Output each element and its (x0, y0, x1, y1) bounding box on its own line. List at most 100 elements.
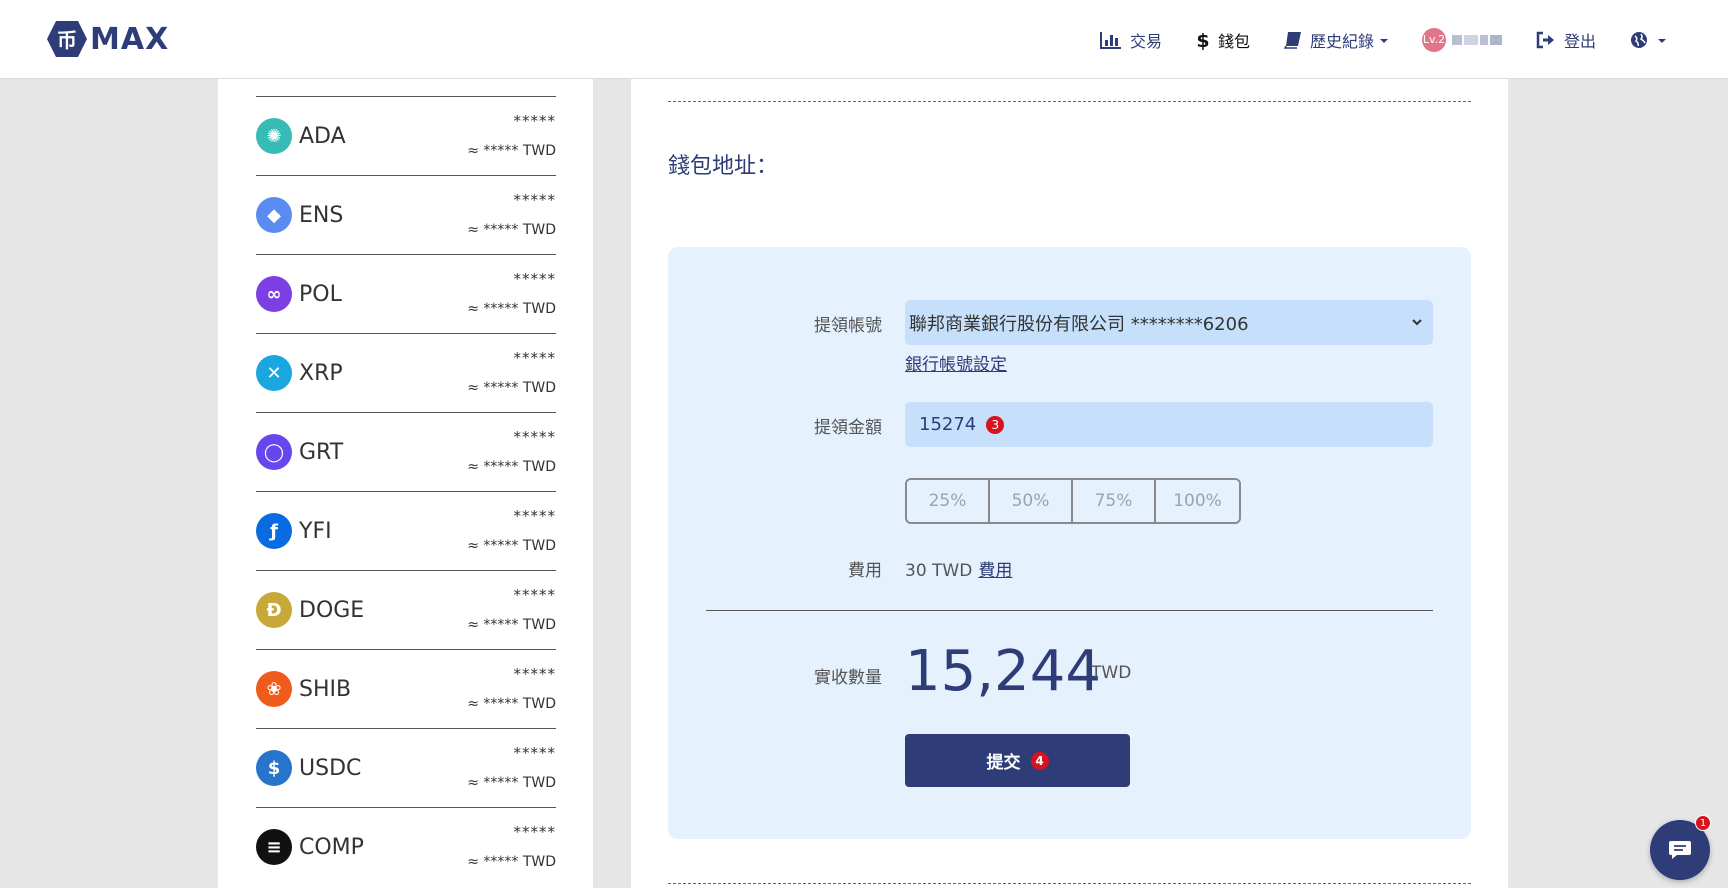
coin-balance: ***** (513, 586, 556, 604)
coin-symbol: USDC (299, 756, 362, 781)
coin-balance: ***** (513, 665, 556, 683)
usdc-icon: $ (256, 750, 292, 786)
coin-twd-value: ≈ ***** TWD (467, 617, 556, 633)
amount-label: 提領金額 (814, 418, 882, 438)
nav-logout-label: 登出 (1563, 31, 1596, 51)
fee-value: 30 TWD (905, 561, 973, 581)
coin-symbol: ENS (299, 203, 344, 228)
receive-unit: TWD (1091, 663, 1132, 683)
coin-list: ✺ ADA ***** ≈ ***** TWD ◆ ENS ***** ≈ ***** TWD… (256, 96, 556, 886)
coin-symbol: POL (299, 282, 342, 307)
amount-value: 15274 (919, 414, 977, 435)
ens-icon: ◆ (256, 197, 292, 233)
wallet-address-label: 錢包地址： (668, 154, 779, 179)
nav-history-dropdown[interactable]: 歷史紀錄 (1283, 28, 1388, 52)
section-divider (668, 101, 1471, 102)
coin-row-ens[interactable]: ◆ ENS ***** ≈ ***** TWD (256, 175, 556, 254)
section-divider (668, 883, 1471, 884)
coin-symbol: YFI (299, 519, 332, 544)
logout-icon (1536, 31, 1554, 48)
coin-symbol: SHIB (299, 677, 352, 702)
bank-account-value: 聯邦商業銀行股份有限公司 ********6206 (909, 313, 1249, 335)
coin-row-ada[interactable]: ✺ ADA ***** ≈ ***** TWD (256, 96, 556, 175)
language-dropdown[interactable] (1630, 31, 1666, 49)
coin-row-pol[interactable]: ∞ POL ***** ≈ ***** TWD (256, 254, 556, 333)
comp-icon: ≡ (256, 829, 292, 865)
nav-trade[interactable]: 交易 (1099, 28, 1162, 52)
bank-account-select[interactable]: 聯邦商業銀行股份有限公司 ********6206 (905, 300, 1433, 345)
coin-symbol: ADA (299, 124, 346, 149)
chevron-down-icon (1379, 38, 1388, 43)
bank-settings-link[interactable]: 銀行帳號設定 (905, 350, 1007, 375)
coin-row-doge[interactable]: Ð DOGE ***** ≈ ***** TWD (256, 570, 556, 649)
coin-symbol: GRT (299, 440, 344, 465)
svg-text:$: $ (1196, 30, 1209, 50)
receive-label: 實收數量 (814, 668, 882, 688)
dollar-icon: $ (1196, 30, 1209, 50)
coin-balance: ***** (513, 270, 556, 288)
withdraw-panel: 錢包地址： 提領帳號 聯邦商業銀行股份有限公司 ********6206 銀行帳… (631, 79, 1508, 888)
nav-history-label: 歷史紀錄 (1309, 31, 1374, 51)
coin-twd-value: ≈ ***** TWD (467, 143, 556, 159)
coin-symbol: DOGE (299, 598, 365, 623)
top-navbar: 币 MAX 交易 $ 錢包 歷史紀錄 Lv.2 登出 (0, 0, 1728, 79)
coin-twd-value: ≈ ***** TWD (467, 696, 556, 712)
coin-row-xrp[interactable]: ✕ XRP ***** ≈ ***** TWD (256, 333, 556, 412)
book-icon (1283, 31, 1301, 49)
xrp-icon: ✕ (256, 355, 292, 391)
coin-balance: ***** (513, 507, 556, 525)
coin-row-shib[interactable]: ❀ SHIB ***** ≈ ***** TWD (256, 649, 556, 728)
percent-button-group: 25% 50% 75% 100% (905, 478, 1241, 524)
chat-icon (1669, 841, 1691, 859)
coin-row-grt[interactable]: ◯ GRT ***** ≈ ***** TWD (256, 412, 556, 491)
nav-trade-label: 交易 (1129, 31, 1162, 51)
percent-button-50[interactable]: 50% (990, 480, 1073, 522)
bar-chart-icon (1099, 31, 1121, 49)
percent-button-100[interactable]: 100% (1156, 480, 1239, 522)
coin-twd-value: ≈ ***** TWD (467, 538, 556, 554)
coin-balance: ***** (513, 744, 556, 762)
account-label: 提領帳號 (814, 316, 882, 336)
fee-info-link[interactable]: 費用 (978, 561, 1012, 581)
chat-notification-badge: 1 (1695, 815, 1711, 831)
nav-wallet[interactable]: $ 錢包 (1196, 28, 1250, 52)
coin-twd-value: ≈ ***** TWD (467, 301, 556, 317)
coin-twd-value: ≈ ***** TWD (467, 380, 556, 396)
withdraw-form: 提領帳號 聯邦商業銀行股份有限公司 ********6206 銀行帳號設定 提領… (668, 247, 1471, 839)
coin-twd-value: ≈ ***** TWD (467, 459, 556, 475)
doge-icon: Ð (256, 592, 292, 628)
submit-button[interactable]: 提交 4 (905, 734, 1130, 787)
coin-balance: ***** (513, 428, 556, 446)
coin-twd-value: ≈ ***** TWD (467, 222, 556, 238)
coin-row-usdc[interactable]: $ USDC ***** ≈ ***** TWD (256, 728, 556, 807)
globe-icon (1631, 31, 1647, 48)
nav-logout[interactable]: 登出 (1536, 28, 1596, 52)
fee-row: 30 TWD 費用 (905, 556, 1012, 581)
coin-balance: ***** (513, 191, 556, 209)
ada-icon: ✺ (256, 118, 292, 154)
submit-label: 提交 (986, 753, 1021, 773)
percent-button-75[interactable]: 75% (1073, 480, 1156, 522)
max-logo[interactable]: 币 MAX (46, 20, 169, 58)
withdraw-amount-input[interactable]: 15274 3 (905, 402, 1433, 447)
coin-symbol: XRP (299, 361, 343, 386)
coin-balance: ***** (513, 823, 556, 841)
max-logo-icon: 币 (47, 21, 87, 57)
coin-twd-value: ≈ ***** TWD (467, 854, 556, 870)
form-divider (706, 610, 1433, 611)
step-marker: 3 (986, 415, 1005, 434)
brand-name: MAX (90, 21, 170, 57)
asset-list-panel: ✺ ADA ***** ≈ ***** TWD ◆ ENS ***** ≈ ***** TWD… (218, 79, 593, 888)
chevron-down-icon (1658, 38, 1666, 43)
coin-row-yfi[interactable]: ƒ YFI ***** ≈ ***** TWD (256, 491, 556, 570)
percent-button-25[interactable]: 25% (907, 480, 990, 522)
nav-user-profile[interactable]: Lv.2 (1421, 27, 1502, 52)
yfi-icon: ƒ (256, 513, 292, 549)
coin-row-comp[interactable]: ≡ COMP ***** ≈ ***** TWD (256, 807, 556, 886)
receive-amount: 15,244 (905, 639, 1101, 704)
nav-wallet-label: 錢包 (1217, 31, 1250, 51)
coin-symbol: COMP (299, 835, 364, 860)
coin-twd-value: ≈ ***** TWD (467, 775, 556, 791)
coin-balance: ***** (513, 349, 556, 367)
step-marker: 4 (1030, 751, 1049, 770)
